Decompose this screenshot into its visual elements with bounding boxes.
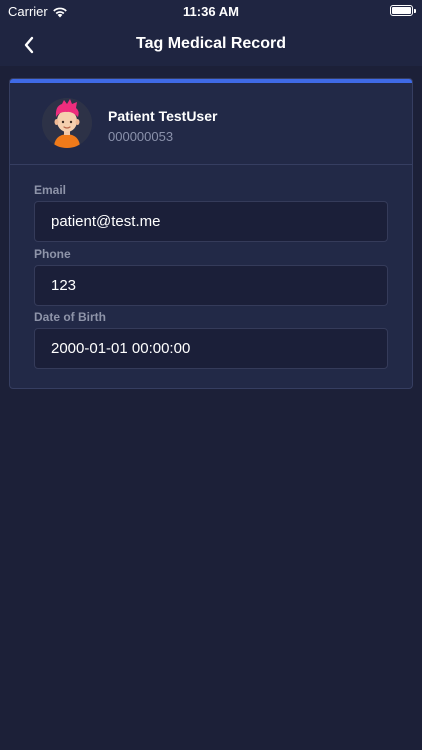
dob-label: Date of Birth	[34, 310, 106, 324]
dob-field[interactable]: 2000-01-01 00:00:00	[34, 328, 388, 369]
status-bar: Carrier 11:36 AM	[0, 0, 422, 22]
patient-card: Patient TestUser 000000053 Email patient…	[9, 78, 413, 389]
navigation-bar: Tag Medical Record	[0, 22, 422, 66]
status-time: 11:36 AM	[183, 4, 239, 19]
patient-avatar-icon	[42, 98, 92, 148]
email-label: Email	[34, 183, 67, 197]
phone-label: Phone	[34, 247, 71, 261]
page-title: Tag Medical Record	[136, 35, 286, 52]
patient-header: Patient TestUser 000000053	[10, 83, 412, 165]
avatar	[42, 98, 92, 148]
email-field[interactable]: patient@test.me	[34, 201, 388, 242]
patient-id: 000000053	[108, 129, 174, 144]
patient-name: Patient TestUser	[108, 108, 218, 124]
battery-icon	[390, 5, 416, 16]
phone-field[interactable]: 123	[34, 265, 388, 306]
